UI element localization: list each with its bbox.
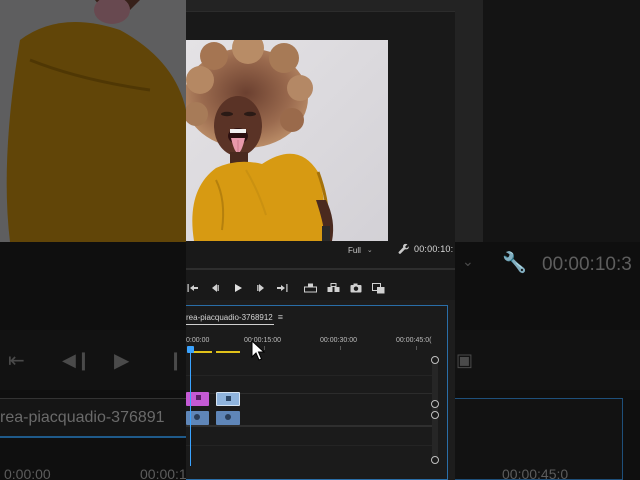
program-monitor-frame[interactable] bbox=[186, 40, 388, 241]
program-timecode[interactable]: 00:00:10: bbox=[414, 244, 453, 254]
background-photo bbox=[0, 0, 186, 242]
background-play-icon: ▶ bbox=[114, 348, 130, 372]
mouse-cursor-icon bbox=[251, 340, 265, 361]
clip-fx-icon bbox=[225, 414, 231, 420]
background-chevron-icon: ⌄ bbox=[462, 254, 474, 270]
background-go-to-in-icon: ⇤ bbox=[8, 348, 25, 372]
video-frame-image bbox=[186, 40, 388, 241]
work-area-bar[interactable] bbox=[216, 351, 240, 353]
chevron-down-icon: ⌄ bbox=[366, 246, 373, 254]
scrollbar-handle-bottom[interactable] bbox=[431, 456, 439, 464]
ruler-label-0: 0:00:00 bbox=[186, 337, 210, 344]
monitor-scrub-bar[interactable] bbox=[186, 268, 455, 270]
background-sequence-name: rea-piacquadio-376891 bbox=[0, 409, 165, 426]
scrollbar-handle-top[interactable] bbox=[431, 356, 439, 364]
step-back-button[interactable] bbox=[208, 283, 222, 297]
premiere-panel: Full ⌄ 00:00:10: rea-piacquadio-3768912 … bbox=[186, 0, 455, 480]
export-frame-camera-icon[interactable] bbox=[349, 283, 363, 297]
background-wrench-icon: 🔧 bbox=[502, 250, 527, 274]
sequence-tab-underline bbox=[186, 324, 274, 325]
monitor-header bbox=[186, 0, 455, 12]
background-ruler-right: 00:00:45:0 bbox=[502, 466, 569, 480]
audio-track-a1 bbox=[186, 409, 434, 427]
background-sequence-tab: rea-piacquadio-376891 bbox=[0, 398, 186, 438]
clip-fx-icon bbox=[196, 395, 201, 400]
scrollbar-handle[interactable] bbox=[431, 400, 439, 408]
compare-view-button[interactable] bbox=[371, 283, 385, 297]
ruler-tick bbox=[416, 346, 417, 350]
background-compare-icon: ▣ bbox=[456, 350, 474, 371]
timeline-panel: rea-piacquadio-3768912 ≡ 0:00:00 00:00:1… bbox=[186, 305, 448, 480]
video-clip[interactable] bbox=[216, 392, 240, 406]
panel-menu-icon[interactable]: ≡ bbox=[278, 312, 283, 322]
go-to-out-button[interactable] bbox=[275, 283, 289, 297]
zoom-level-select[interactable]: Full ⌄ bbox=[348, 244, 373, 256]
ruler-label-45: 00:00:45:0( bbox=[396, 337, 432, 344]
go-to-in-button[interactable] bbox=[186, 283, 200, 297]
background-photo-edge bbox=[455, 0, 483, 242]
time-ruler[interactable]: 0:00:00 00:00:15:00 00:00:30:00 00:00:45… bbox=[186, 334, 434, 356]
background-monitor-dark bbox=[483, 0, 640, 242]
program-monitor: Full ⌄ 00:00:10: bbox=[186, 0, 455, 300]
zoom-level-value: Full bbox=[348, 245, 361, 255]
scrollbar-handle[interactable] bbox=[431, 411, 439, 419]
background-transport-left bbox=[0, 330, 186, 390]
lift-button[interactable] bbox=[303, 283, 317, 297]
background-step-forward-icon: ❙ bbox=[168, 350, 184, 371]
background-transport-right bbox=[448, 330, 640, 390]
background-step-back-icon: ◀❙ bbox=[62, 350, 91, 371]
background-ruler-left: 0:00:00 bbox=[4, 466, 51, 480]
video-track-v2 bbox=[186, 358, 434, 376]
monitor-controls-bar: Full ⌄ 00:00:10: bbox=[186, 241, 455, 259]
clip-fx-icon bbox=[226, 396, 231, 401]
sequence-tab[interactable]: rea-piacquadio-3768912 ≡ bbox=[186, 310, 283, 324]
audio-clip[interactable] bbox=[216, 411, 240, 425]
screen: ⌄ 🔧 00:00:10:3 ⇤ ◀❙ ▶ ❙ ▣ rea-piacquadio… bbox=[0, 0, 640, 480]
clip-fx-icon bbox=[194, 414, 200, 420]
sequence-name: rea-piacquadio-3768912 bbox=[186, 312, 273, 322]
background-timecode: 00:00:10:3 bbox=[542, 254, 632, 275]
extract-button[interactable] bbox=[326, 283, 340, 297]
video-track-v1 bbox=[186, 376, 434, 406]
settings-wrench-icon[interactable] bbox=[398, 243, 409, 257]
ruler-tick bbox=[340, 346, 341, 350]
audio-track-a2 bbox=[186, 428, 434, 446]
step-forward-button[interactable] bbox=[254, 283, 268, 297]
play-button[interactable] bbox=[231, 283, 245, 297]
ruler-label-30: 00:00:30:00 bbox=[320, 337, 357, 344]
playhead-line bbox=[190, 351, 191, 466]
